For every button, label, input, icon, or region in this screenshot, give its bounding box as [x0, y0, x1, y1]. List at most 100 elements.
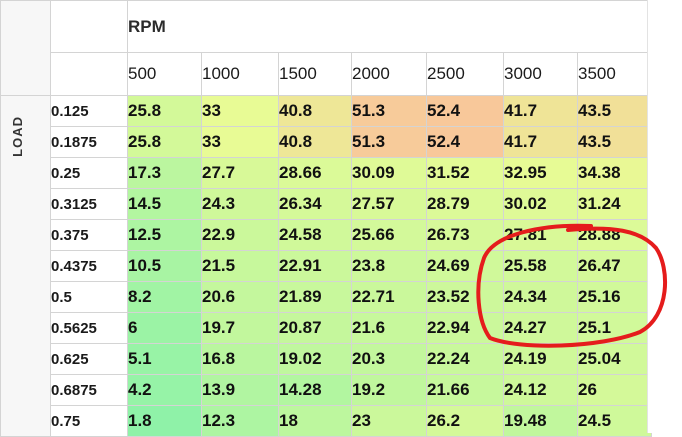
map-cell[interactable]: 24.69: [426, 250, 504, 282]
map-cell[interactable]: 51.3: [351, 95, 427, 127]
map-cell[interactable]: 23.8: [351, 250, 427, 282]
map-cell[interactable]: 41.7: [503, 126, 578, 158]
map-cell[interactable]: 25.16: [577, 281, 652, 313]
load-row-header: 0.25: [50, 157, 128, 189]
map-cell[interactable]: 23.52: [426, 281, 504, 313]
load-row-header: 0.3125: [50, 188, 128, 220]
map-cell[interactable]: 16.8: [201, 343, 279, 375]
load-axis-label: LOAD: [10, 116, 25, 157]
map-cell[interactable]: 8.2: [127, 281, 202, 313]
map-cell[interactable]: 31.52: [426, 157, 504, 189]
map-cell[interactable]: 14.5: [127, 188, 202, 220]
table-row: 0.4375 10.5 21.5 22.91 23.8 24.69 25.58 26.47: [1, 250, 652, 282]
map-cell[interactable]: 30.09: [351, 157, 427, 189]
map-cell[interactable]: 26.47: [577, 250, 652, 282]
map-cell[interactable]: 52.4: [426, 126, 504, 158]
map-cell[interactable]: 28.66: [278, 157, 352, 189]
map-cell[interactable]: 21.6: [351, 312, 427, 344]
map-cell[interactable]: 19.48: [503, 405, 578, 437]
rpm-column-header: 3500: [577, 52, 652, 96]
map-cell[interactable]: 25.8: [127, 95, 202, 127]
map-cell[interactable]: 22.91: [278, 250, 352, 282]
map-cell[interactable]: 25.8: [127, 126, 202, 158]
table-row: 0.6875 4.2 13.9 14.28 19.2 21.66 24.12 26: [1, 374, 652, 406]
load-row-header: 0.1875: [50, 126, 128, 158]
map-cell[interactable]: 26: [577, 374, 652, 406]
map-cell[interactable]: 24.19: [503, 343, 578, 375]
rpm-column-header: 1500: [278, 52, 352, 96]
map-cell[interactable]: 34.38: [577, 157, 652, 189]
map-cell[interactable]: 20.87: [278, 312, 352, 344]
load-row-header: 0.625: [50, 343, 128, 375]
map-cell[interactable]: 27.81: [503, 219, 578, 251]
map-cell[interactable]: 12.5: [127, 219, 202, 251]
map-cell[interactable]: 21.5: [201, 250, 279, 282]
map-cell[interactable]: 19.02: [278, 343, 352, 375]
map-cell[interactable]: 19.7: [201, 312, 279, 344]
map-cell[interactable]: 1.8: [127, 405, 202, 437]
map-cell[interactable]: 51.3: [351, 126, 427, 158]
corner-cell: [0, 0, 51, 96]
map-cell[interactable]: 23: [351, 405, 427, 437]
map-cell[interactable]: 12.3: [201, 405, 279, 437]
map-cell[interactable]: 30.02: [503, 188, 578, 220]
table-row: LOAD 0.125 25.8 33 40.8 51.3 52.4 41.7 43.5: [0, 95, 652, 437]
map-cell[interactable]: 24.34: [503, 281, 578, 313]
map-cell[interactable]: 28.79: [426, 188, 504, 220]
map-cell[interactable]: 14.28: [278, 374, 352, 406]
rpm-column-header: 1000: [201, 52, 279, 96]
map-cell[interactable]: 24.58: [278, 219, 352, 251]
map-cell[interactable]: 24.5: [577, 405, 652, 437]
map-cell[interactable]: 20.3: [351, 343, 427, 375]
rpm-axis-label: RPM: [127, 0, 652, 53]
map-cell[interactable]: 25.04: [577, 343, 652, 375]
map-cell[interactable]: 22.24: [426, 343, 504, 375]
map-cell[interactable]: 17.3: [127, 157, 202, 189]
table-row: 0.5625 6 19.7 20.87 21.6 22.94 24.27 25.1: [1, 312, 652, 344]
map-cell[interactable]: 19.2: [351, 374, 427, 406]
map-cell[interactable]: 28.88: [577, 219, 652, 251]
map-cell[interactable]: 18: [278, 405, 352, 437]
map-cell[interactable]: 27.7: [201, 157, 279, 189]
map-cell[interactable]: 33: [201, 95, 279, 127]
load-axis-cell: LOAD: [0, 95, 51, 437]
map-cell[interactable]: 6: [127, 312, 202, 344]
map-cell[interactable]: 24.3: [201, 188, 279, 220]
table-row: 0.375 12.5 22.9 24.58 25.66 26.73 27.81 28.88: [1, 219, 652, 251]
map-cell[interactable]: 25.1: [577, 312, 652, 344]
map-cell[interactable]: 52.4: [426, 95, 504, 127]
map-cell[interactable]: 24.27: [503, 312, 578, 344]
map-cell[interactable]: 27.57: [351, 188, 427, 220]
map-cell[interactable]: 43.5: [577, 95, 652, 127]
map-cell[interactable]: 25.58: [503, 250, 578, 282]
map-cell[interactable]: 21.66: [426, 374, 504, 406]
map-cell[interactable]: 41.7: [503, 95, 578, 127]
map-cell[interactable]: 26.73: [426, 219, 504, 251]
load-row-header: 0.375: [50, 219, 128, 251]
map-cell[interactable]: 26.34: [278, 188, 352, 220]
table-row: 0.5 8.2 20.6 21.89 22.71 23.52 24.34 25.16: [1, 281, 652, 313]
corner-cell-top: [50, 0, 128, 53]
map-cell[interactable]: 24.12: [503, 374, 578, 406]
map-cell[interactable]: 21.89: [278, 281, 352, 313]
map-cell[interactable]: 25.66: [351, 219, 427, 251]
map-cell[interactable]: 22.94: [426, 312, 504, 344]
map-cell[interactable]: 22.71: [351, 281, 427, 313]
rpm-column-header: 3000: [503, 52, 578, 96]
map-cell[interactable]: 40.8: [278, 95, 352, 127]
map-cell[interactable]: 31.24: [577, 188, 652, 220]
map-cell[interactable]: 22.9: [201, 219, 279, 251]
load-row-header: 0.125: [50, 95, 128, 127]
map-cell[interactable]: 40.8: [278, 126, 352, 158]
map-cell[interactable]: 33: [201, 126, 279, 158]
map-cell[interactable]: 26.2: [426, 405, 504, 437]
table-row: 0.1875 25.8 33 40.8 51.3 52.4 41.7 43.5: [1, 126, 652, 158]
map-cell[interactable]: 13.9: [201, 374, 279, 406]
map-cell[interactable]: 5.1: [127, 343, 202, 375]
map-cell[interactable]: 43.5: [577, 126, 652, 158]
map-cell[interactable]: 20.6: [201, 281, 279, 313]
map-cell[interactable]: 10.5: [127, 250, 202, 282]
map-cell[interactable]: 32.95: [503, 157, 578, 189]
map-cell[interactable]: 4.2: [127, 374, 202, 406]
load-row-header: 0.6875: [50, 374, 128, 406]
